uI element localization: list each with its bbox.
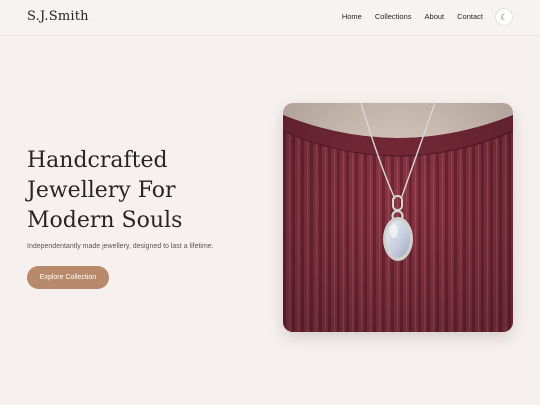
- brand-logo[interactable]: S.J.Smith: [27, 9, 89, 24]
- hero-product-image: [283, 103, 513, 332]
- nav-link-contact[interactable]: Contact: [457, 12, 483, 21]
- hero-title-line: Modern Souls: [27, 208, 183, 233]
- nav-link-home[interactable]: Home: [342, 12, 362, 21]
- hero-title-line: Jewellery For: [27, 178, 176, 203]
- moon-icon: ☾: [500, 12, 508, 22]
- theme-toggle-button[interactable]: ☾: [495, 8, 513, 26]
- nav-link-about[interactable]: About: [425, 12, 445, 21]
- hero-title: Handcrafted Jewellery For Modern Souls: [27, 146, 257, 236]
- nav-links: Home Collections About Contact: [342, 12, 483, 21]
- navbar: S.J.Smith Home Collections About Contact…: [0, 0, 540, 36]
- explore-collection-button[interactable]: Explore Collection: [27, 266, 109, 289]
- hero-subtitle: Independentantly made jewellery, designe…: [27, 243, 214, 250]
- nav-link-collections[interactable]: Collections: [375, 12, 412, 21]
- hero-title-line: Handcrafted: [27, 148, 168, 173]
